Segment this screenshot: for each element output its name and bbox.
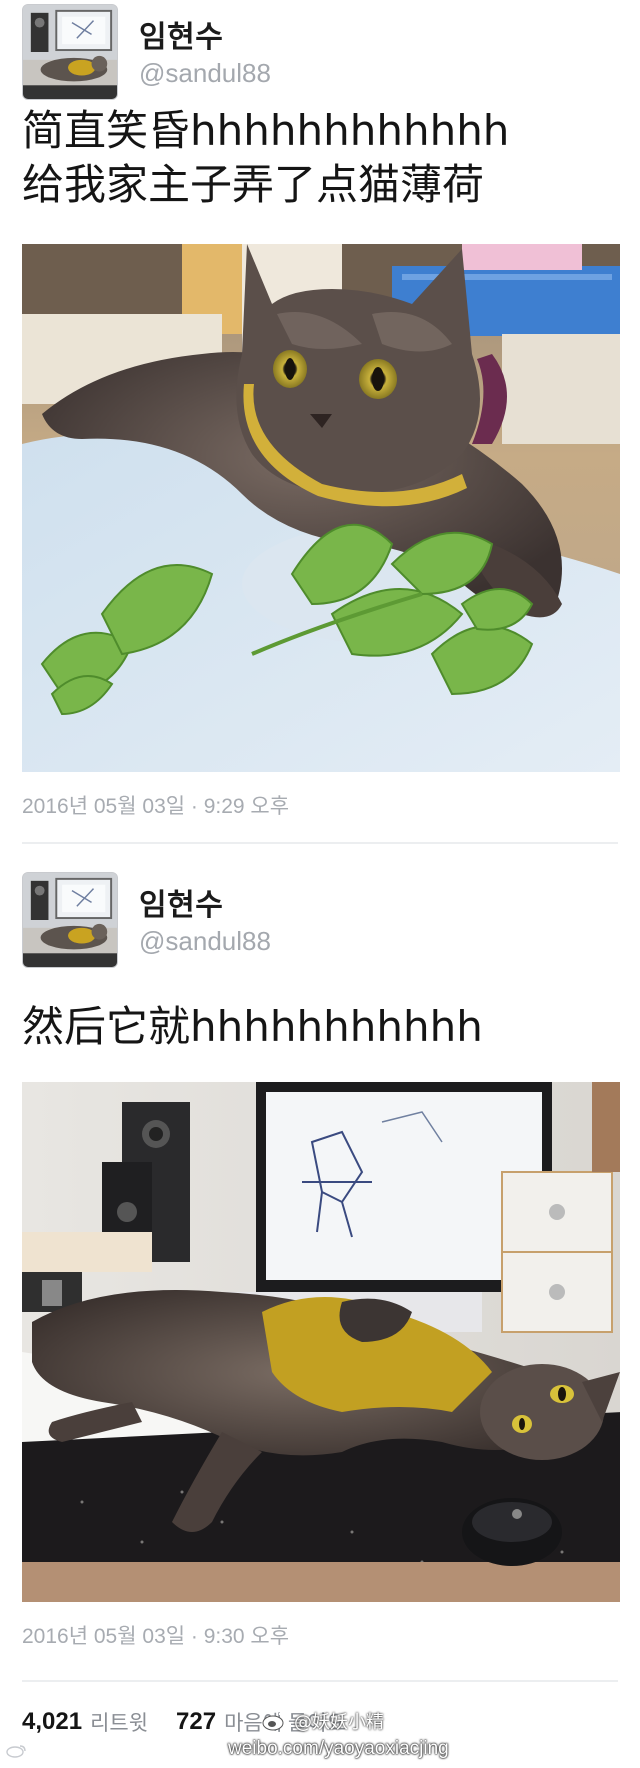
tweet-photo-cat-catnip[interactable] (22, 244, 620, 772)
weibo-url-watermark: weibo.com/yaoyaoxiacjing (228, 1738, 449, 1759)
tweet-divider (22, 1680, 618, 1682)
retweets-label[interactable]: 리트윗 (90, 1707, 148, 1737)
user-name[interactable]: 임현수 (139, 880, 223, 924)
avatar[interactable] (22, 4, 118, 100)
tweet-2-header: 임현수 @sandul88 (22, 872, 618, 968)
tweet-text-line: 然后它就hhhhhhhhhhh (22, 1002, 483, 1051)
tweet-1-header: 임현수 @sandul88 (22, 4, 618, 100)
tweet-photo-cat-desk[interactable] (22, 1082, 620, 1602)
tweet-timestamp[interactable]: 2016년 05월 03일 · 9:30 오후 (22, 1620, 289, 1650)
tweet-timestamp[interactable]: 2016년 05월 03일 · 9:29 오후 (22, 790, 289, 820)
likes-count[interactable]: 727 (176, 1708, 216, 1736)
weibo-logo-icon (262, 1711, 288, 1731)
user-handle[interactable]: @sandul88 (139, 926, 271, 957)
tweet-divider (22, 842, 618, 844)
user-handle[interactable]: @sandul88 (139, 58, 271, 89)
tweet-screenshot-page: 임현수 @sandul88 简直笑昏hhhhhhhhhhhh 给我家主子弄了点猫… (0, 0, 640, 1768)
avatar[interactable] (22, 872, 118, 968)
user-name[interactable]: 임현수 (139, 12, 223, 56)
corner-watermark-icon (6, 1744, 26, 1758)
weibo-watermark: @妖妖小精 (262, 1708, 384, 1734)
tweet-text-line: 给我家主子弄了点猫薄荷 (22, 160, 485, 209)
weibo-account-name: @妖妖小精 (294, 1712, 384, 1733)
retweets-count[interactable]: 4,021 (22, 1708, 82, 1736)
tweet-text-line: 简直笑昏hhhhhhhhhhhh (22, 106, 510, 155)
